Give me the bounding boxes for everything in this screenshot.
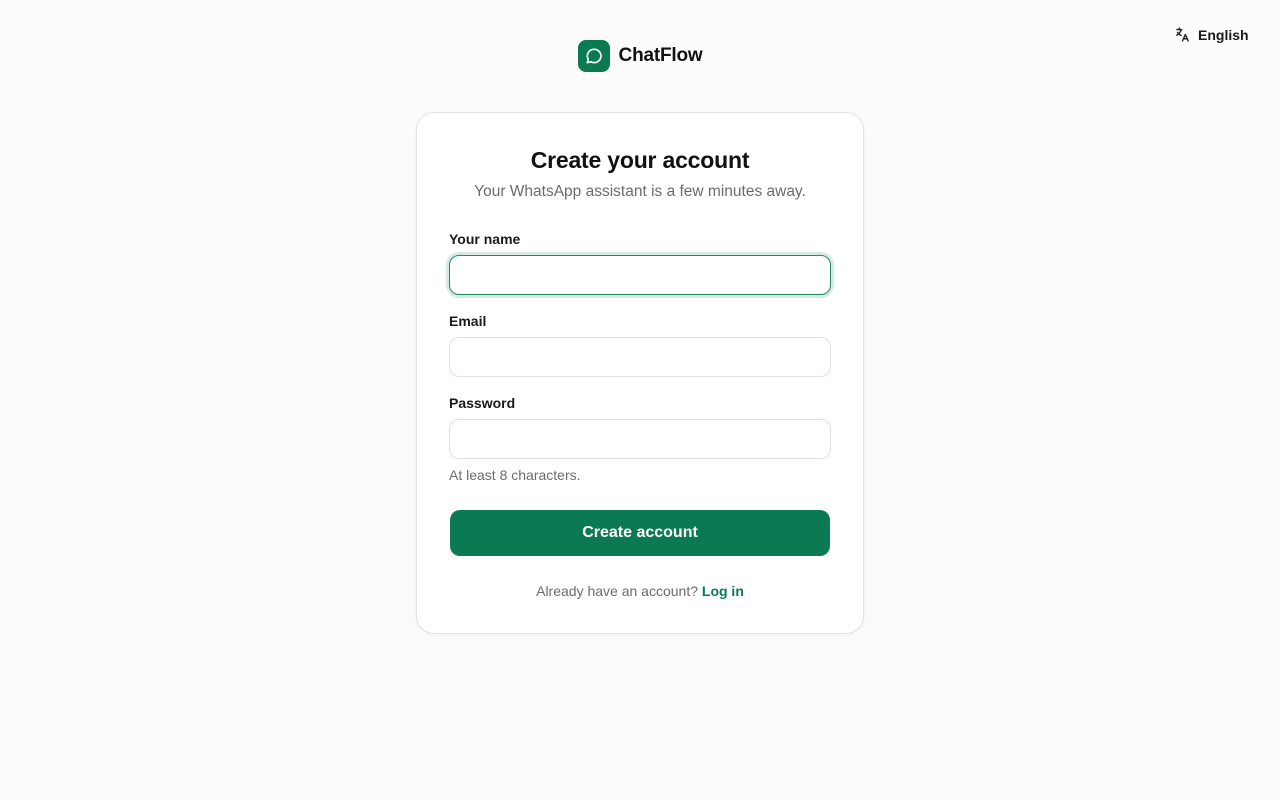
name-label: Your name [449, 231, 521, 247]
page-subtitle: Your WhatsApp assistant is a few minutes… [474, 183, 806, 200]
email-input[interactable] [449, 337, 831, 377]
login-link[interactable]: Log in [702, 583, 744, 599]
brand-name: ChatFlow [618, 45, 703, 66]
chat-bubble-icon [577, 40, 610, 72]
email-label: Email [449, 313, 487, 329]
password-label: Password [449, 395, 516, 411]
password-input[interactable] [449, 419, 831, 459]
signup-card: Create your account Your WhatsApp assist… [416, 112, 864, 634]
login-prompt-text: Already have an account? [536, 583, 698, 599]
create-account-button[interactable]: Create account [450, 510, 830, 556]
password-hint: At least 8 characters. [449, 467, 581, 483]
brand-header: ChatFlow [0, 40, 1280, 72]
page-title: Create your account [530, 147, 750, 173]
name-input[interactable] [449, 255, 831, 295]
login-prompt-row: Already have an account? Log in [417, 583, 863, 599]
